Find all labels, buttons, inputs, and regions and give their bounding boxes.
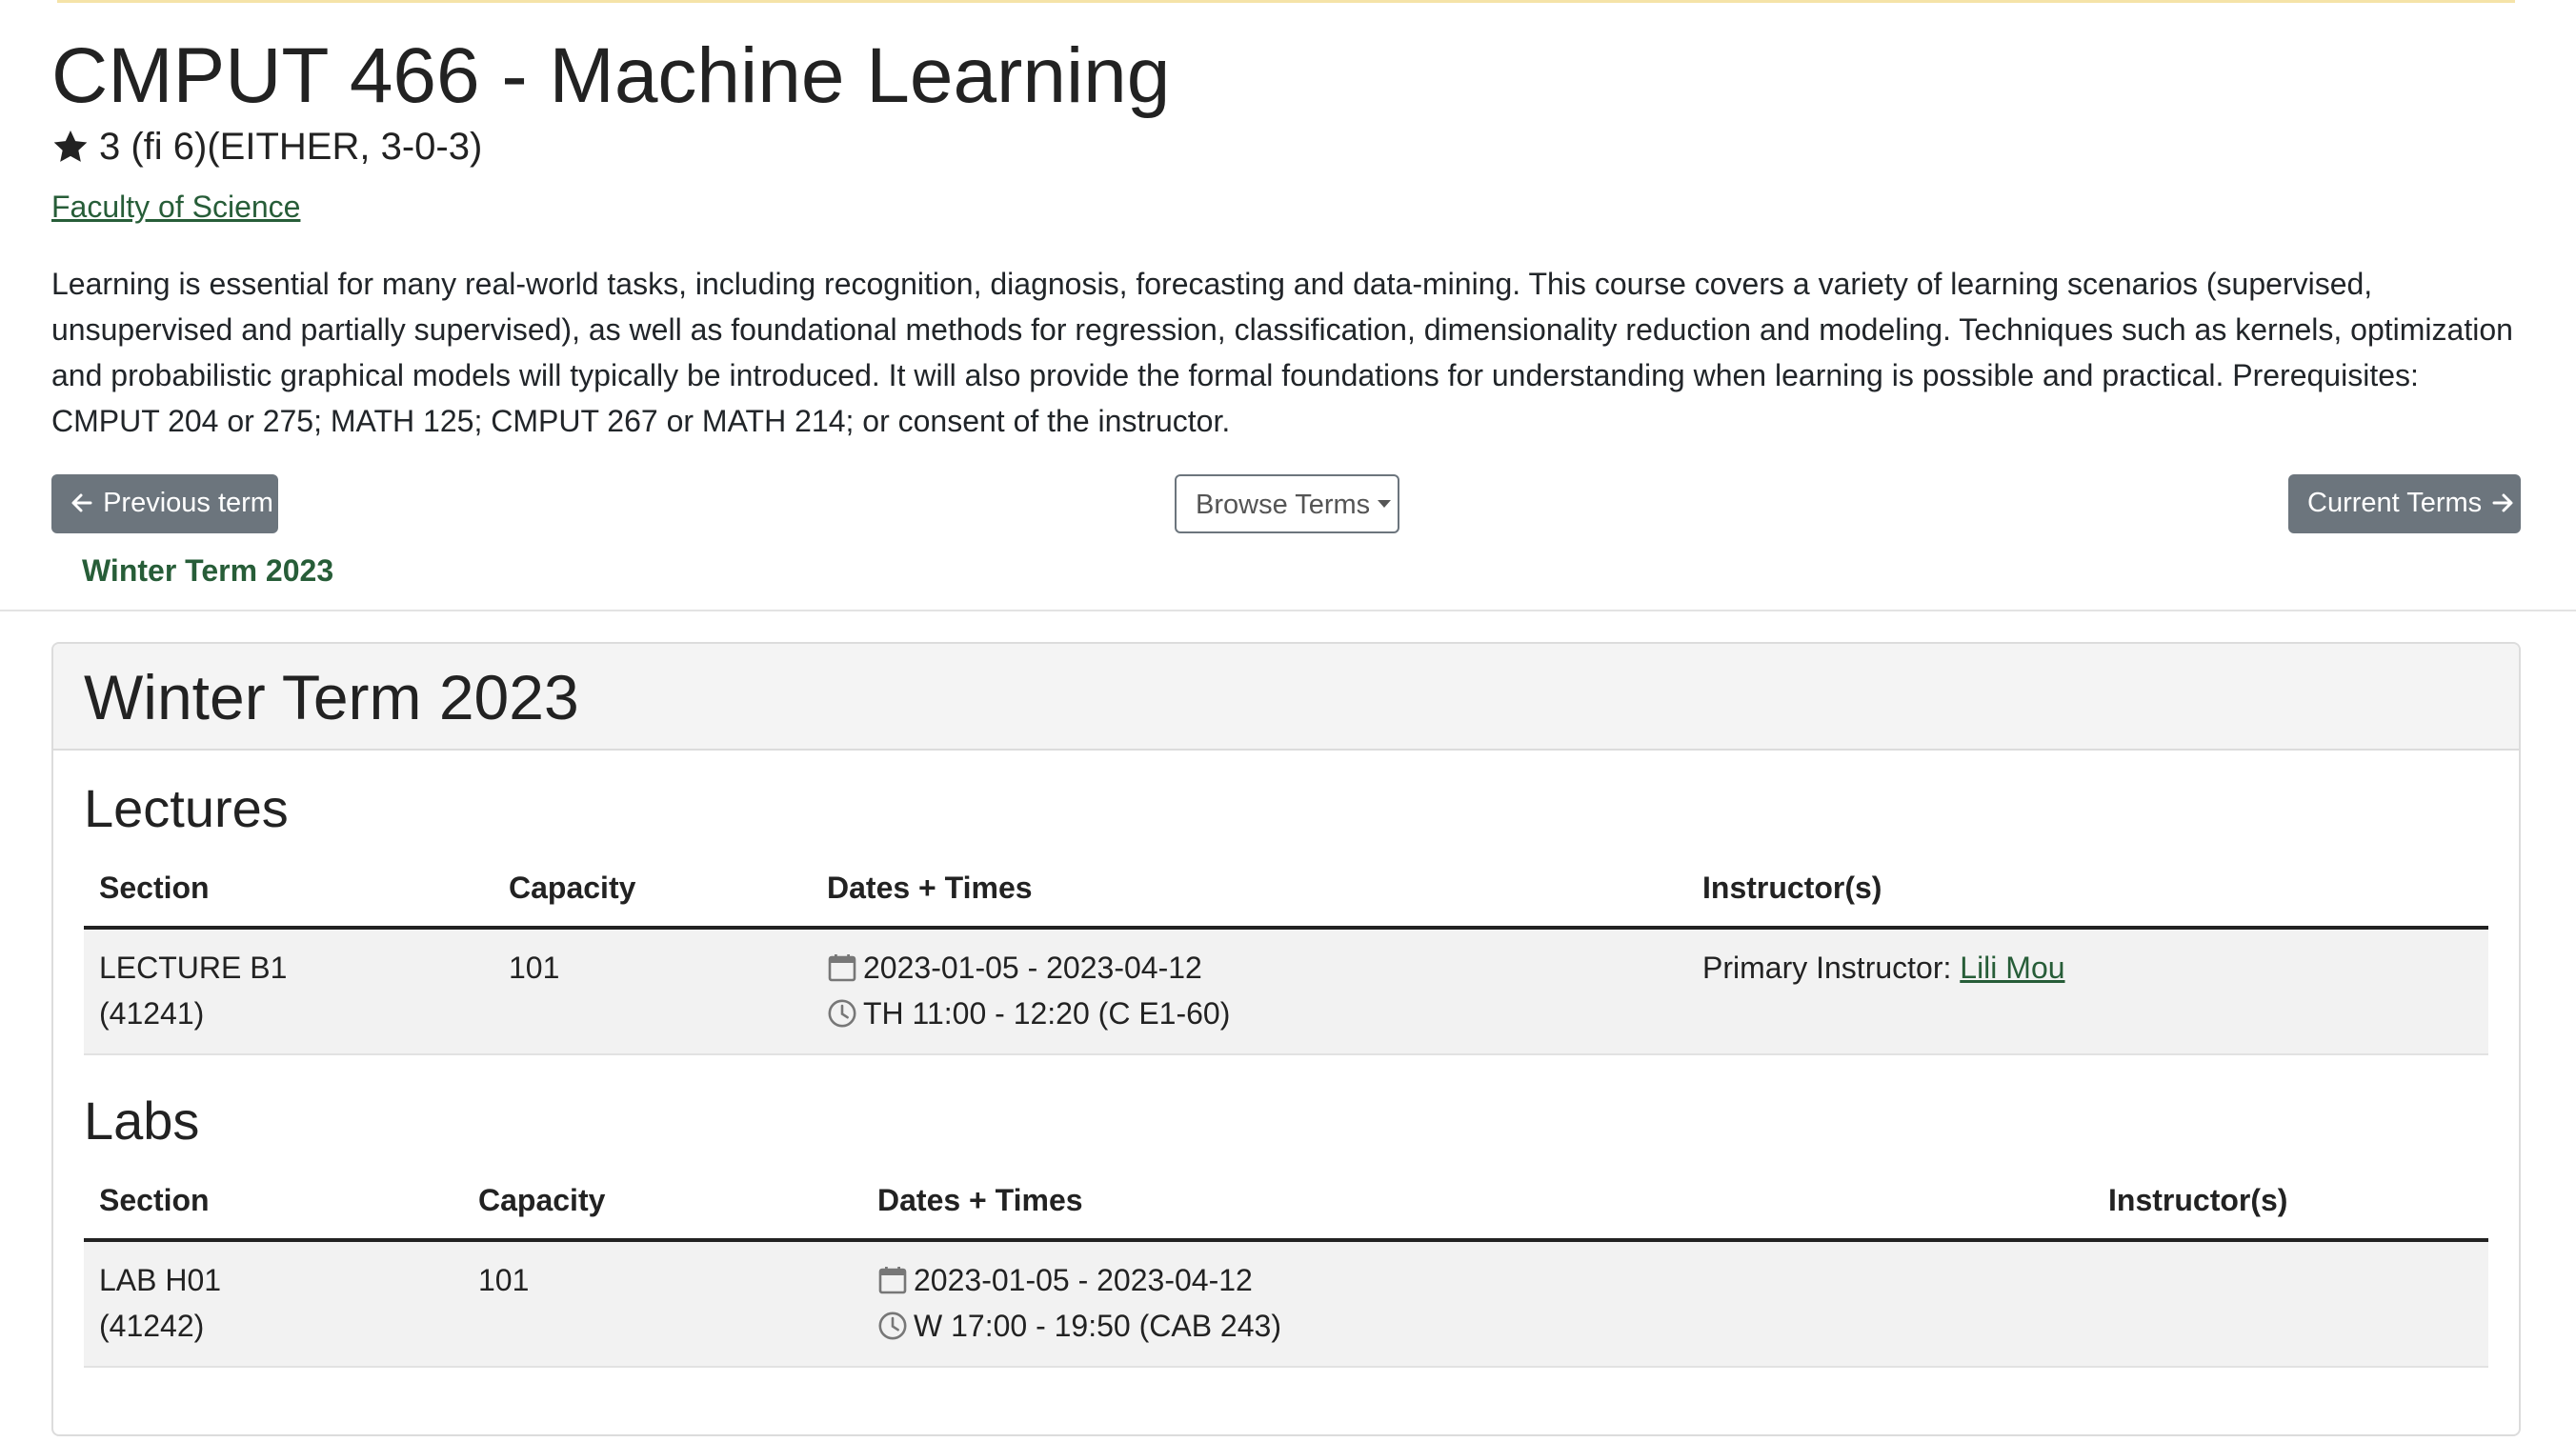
browse-terms-label: Browse Terms	[1196, 490, 1371, 520]
dates-times-cell: 2023-01-05 - 2023-04-12 W 17:00 - 19:50 …	[877, 1257, 1281, 1349]
instructor-link[interactable]: Lili Mou	[1960, 951, 2064, 985]
section-id: (41241)	[99, 996, 205, 1031]
calendar-icon	[828, 954, 856, 982]
course-title: CMPUT 466 - Machine Learning	[51, 32, 1171, 119]
table-row: LAB H01 (41242) 101 2023-01-05 - 2023-04…	[84, 1242, 2488, 1368]
column-header-section: Section	[99, 871, 210, 905]
current-terms-label: Current Terms	[2307, 488, 2483, 518]
capacity-cell: 101	[478, 1263, 530, 1297]
time-location: W 17:00 - 19:50 (CAB 243)	[914, 1309, 1281, 1343]
section-cell: LECTURE B1 (41241)	[99, 945, 287, 1036]
column-header-instructors: Instructor(s)	[2108, 1183, 2288, 1217]
section-id: (41242)	[99, 1309, 205, 1343]
clock-icon	[878, 1312, 907, 1340]
course-credits: 3 (fi 6)(EITHER, 3-0-3)	[51, 122, 482, 171]
lectures-heading: Lectures	[84, 778, 289, 838]
column-header-section: Section	[99, 1183, 210, 1217]
table-row: LECTURE B1 (41241) 101 2023-01-05 - 2023…	[84, 930, 2488, 1055]
column-header-dates-times: Dates + Times	[877, 1183, 1083, 1217]
course-description: Learning is essential for many real-worl…	[51, 267, 2513, 438]
arrow-right-icon	[2492, 493, 2513, 512]
lectures-table: Section Capacity Dates + Times Instructo…	[84, 848, 2488, 1057]
caret-down-icon	[1378, 500, 1392, 508]
term-card: Winter Term 2023 Lectures Section Capaci…	[51, 642, 2521, 1436]
labs-heading: Labs	[84, 1091, 200, 1151]
column-header-capacity: Capacity	[478, 1183, 606, 1217]
date-range: 2023-01-05 - 2023-04-12	[863, 951, 1202, 985]
previous-term-button[interactable]: Previous term	[51, 474, 278, 533]
star-icon	[53, 130, 88, 162]
section-name: LAB H01	[99, 1263, 222, 1297]
divider	[0, 610, 2576, 611]
previous-term-label: Previous term	[103, 488, 273, 518]
date-range: 2023-01-05 - 2023-04-12	[914, 1263, 1253, 1297]
arrow-left-icon	[71, 493, 92, 512]
current-terms-button[interactable]: Current Terms	[2288, 474, 2521, 533]
section-cell: LAB H01 (41242)	[99, 1257, 221, 1349]
labs-header-row: Section Capacity Dates + Times Instructo…	[84, 1160, 2488, 1242]
term-title: Winter Term 2023	[84, 662, 579, 732]
term-card-header: Winter Term 2023	[53, 644, 2519, 751]
dates-times-cell: 2023-01-05 - 2023-04-12 TH 11:00 - 12:20…	[827, 945, 1230, 1036]
top-accent-bar	[57, 0, 2515, 3]
credits-text: 3 (fi 6)(EITHER, 3-0-3)	[99, 126, 483, 168]
instructor-prefix: Primary Instructor:	[1702, 951, 1952, 985]
labs-table: Section Capacity Dates + Times Instructo…	[84, 1160, 2488, 1370]
capacity-cell: 101	[509, 951, 560, 985]
time-location: TH 11:00 - 12:20 (C E1-60)	[863, 996, 1231, 1031]
section-name: LECTURE B1	[99, 951, 288, 985]
lectures-header-row: Section Capacity Dates + Times Instructo…	[84, 848, 2488, 930]
clock-icon	[828, 999, 856, 1028]
tab-winter-term-2023[interactable]: Winter Term 2023	[82, 551, 333, 591]
column-header-capacity: Capacity	[509, 871, 636, 905]
faculty-link[interactable]: Faculty of Science	[51, 187, 300, 227]
column-header-instructors: Instructor(s)	[1702, 871, 1882, 905]
calendar-icon	[878, 1267, 907, 1294]
browse-terms-dropdown[interactable]: Browse Terms	[1175, 474, 1399, 533]
instructor-cell: Primary Instructor: Lili Mou	[1702, 945, 2065, 991]
column-header-dates-times: Dates + Times	[827, 871, 1033, 905]
